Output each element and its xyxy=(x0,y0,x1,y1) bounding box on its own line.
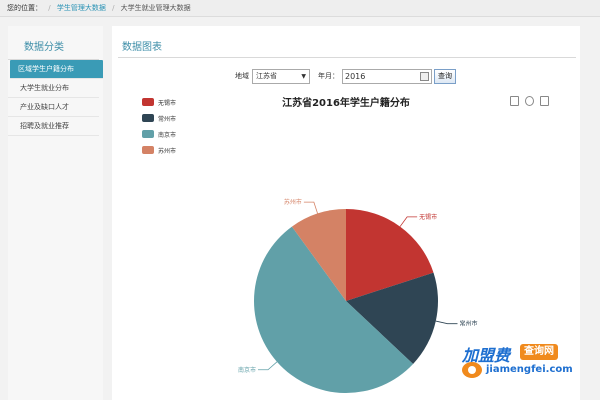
sidebar-item-region-distribution[interactable]: 区域学生户籍分布 xyxy=(10,60,103,79)
breadcrumb-current: 大学生就业管理大数据 xyxy=(120,4,191,12)
sidebar-item-employment-distribution[interactable]: 大学生就业分布 xyxy=(8,79,99,98)
pie-label-line xyxy=(257,361,278,371)
sidebar-title: 数据分类 xyxy=(8,26,99,60)
watermark-tag: 查询网 xyxy=(520,344,558,360)
breadcrumb-link[interactable]: 学生管理大数据 xyxy=(57,4,106,12)
sidebar-item-industry-talent[interactable]: 产业及缺口人才 xyxy=(8,98,99,117)
watermark-logo: 加盟费 查询网 jiamengfei.com xyxy=(448,338,600,388)
sidebar: 数据分类 区域学生户籍分布 大学生就业分布 产业及缺口人才 招聘及就业推荐 xyxy=(8,26,103,400)
search-icon xyxy=(462,362,482,378)
pie-label-line xyxy=(303,201,318,214)
breadcrumb-label: 您的位置： xyxy=(7,4,42,12)
breadcrumb: 您的位置： / 学生管理大数据 / 大学生就业管理大数据 xyxy=(0,0,600,17)
breadcrumb-separator: / xyxy=(48,4,51,12)
pie-label: 南京市 xyxy=(238,366,256,374)
pie-label-line xyxy=(399,216,418,227)
sidebar-item-recruitment[interactable]: 招聘及就业推荐 xyxy=(8,117,99,136)
pie-label-line xyxy=(435,320,458,325)
pie-label: 常州市 xyxy=(459,320,477,328)
pie-label: 苏州市 xyxy=(284,198,302,206)
pie-label: 无锡市 xyxy=(419,213,437,221)
watermark-url: jiamengfei.com xyxy=(486,364,573,375)
breadcrumb-separator: / xyxy=(112,4,115,12)
